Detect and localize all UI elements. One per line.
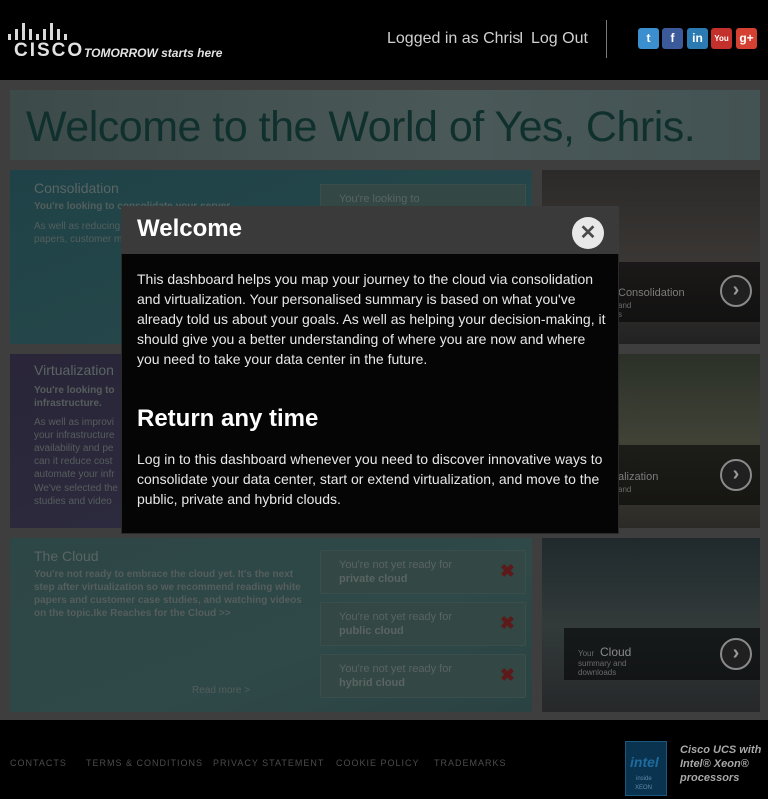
card-prefix: You're not yet ready for <box>339 611 452 623</box>
intel-logo-inside: inside <box>636 776 652 782</box>
consolidation-status-card: You're looking to <box>320 184 526 208</box>
virtualization-photo-label: alization <box>618 471 659 483</box>
modal-intro-text: This dashboard helps you map your journe… <box>137 271 606 367</box>
cloud-title: The Cloud <box>34 548 99 564</box>
cloud-photo-sub: summary and <box>578 659 627 668</box>
brand-tagline: TOMORROW starts here <box>84 46 223 60</box>
logout-link[interactable]: Log Out <box>531 30 588 48</box>
consolidation-photo-sub: and <box>618 301 632 310</box>
virtualization-body: As well as improvi your infrastructure a… <box>34 417 115 480</box>
googleplus-icon[interactable]: g+ <box>736 28 757 49</box>
footer-link-contacts[interactable]: CONTACTS <box>10 758 67 768</box>
intel-caption: Cisco UCS with Intel® Xeon® processors <box>680 744 762 784</box>
modal-subtitle: Return any time <box>137 405 319 432</box>
card-option: hybrid cloud <box>339 677 405 689</box>
linkedin-icon[interactable]: in <box>687 28 708 49</box>
brand-name: CISCO <box>14 40 85 61</box>
intel-inside-xeon-logo[interactable]: intel inside XEON <box>625 741 667 796</box>
card-option: public cloud <box>339 625 404 637</box>
cisco-logo-icon[interactable] <box>8 20 82 40</box>
cross-icon: ✖ <box>499 613 515 633</box>
cloud-photo[interactable] <box>542 538 760 712</box>
logged-in-label: Logged in as Chris <box>387 30 521 47</box>
consolidation-next-arrow-icon[interactable]: › <box>720 275 752 307</box>
card-prefix: You're not yet ready for <box>339 663 452 675</box>
footer-link-terms[interactable]: TERMS & CONDITIONS <box>86 758 203 768</box>
cloud-panel[interactable]: The Cloud You're not ready to embrace th… <box>10 538 532 712</box>
card-prefix: You're not yet ready for <box>339 559 452 571</box>
cloud-photo-label: Cloud <box>600 645 632 659</box>
cloud-next-arrow-icon[interactable]: › <box>720 638 752 670</box>
public-cloud-card[interactable]: You're not yet ready for public cloud ✖ <box>320 602 526 646</box>
cloud-photo-small-label: Your <box>578 649 595 658</box>
virtualization-lead: You're looking to infrastructure. <box>34 385 115 409</box>
virtualization-next-arrow-icon[interactable]: › <box>720 459 752 491</box>
intel-logo-xeon: XEON <box>635 785 653 791</box>
virtualization-body-2: We've selected the studies and video <box>34 483 118 507</box>
private-cloud-card[interactable]: You're not yet ready for private cloud ✖ <box>320 550 526 594</box>
close-icon[interactable]: ✕ <box>572 217 604 249</box>
youtube-icon[interactable]: You <box>711 28 732 49</box>
login-separator: I <box>519 30 524 47</box>
virtualization-photo-sub: and <box>618 485 632 494</box>
facebook-icon[interactable]: f <box>662 28 683 49</box>
footer-link-trademarks[interactable]: TRADEMARKS <box>434 758 507 768</box>
modal-outro-text: Log in to this dashboard whenever you ne… <box>137 451 603 507</box>
cross-icon: ✖ <box>499 561 515 581</box>
hybrid-cloud-card[interactable]: You're not yet ready for hybrid cloud ✖ <box>320 654 526 698</box>
cloud-lead: You're not ready to embrace the cloud ye… <box>34 569 302 619</box>
twitter-icon[interactable]: t <box>638 28 659 49</box>
consolidation-photo-label: Consolidation <box>618 287 685 299</box>
card-option: private cloud <box>339 573 408 585</box>
consolidation-status-prefix: You're looking to <box>339 193 420 205</box>
cloud-read-more-link[interactable]: Read more > <box>192 685 250 696</box>
cross-icon: ✖ <box>499 665 515 685</box>
intel-logo-word: intel <box>630 754 659 770</box>
footer-link-privacy[interactable]: PRIVACY STATEMENT <box>213 758 324 768</box>
footer-link-cookies[interactable]: COOKIE POLICY <box>336 758 420 768</box>
modal-title: Welcome <box>137 215 242 242</box>
banner-title: Welcome to the World of Yes, Chris. <box>26 103 696 151</box>
consolidation-title: Consolidation <box>34 180 119 196</box>
header-divider <box>606 20 607 58</box>
virtualization-title: Virtualization <box>34 362 114 378</box>
cloud-photo-sub-2: downloads <box>578 668 617 677</box>
